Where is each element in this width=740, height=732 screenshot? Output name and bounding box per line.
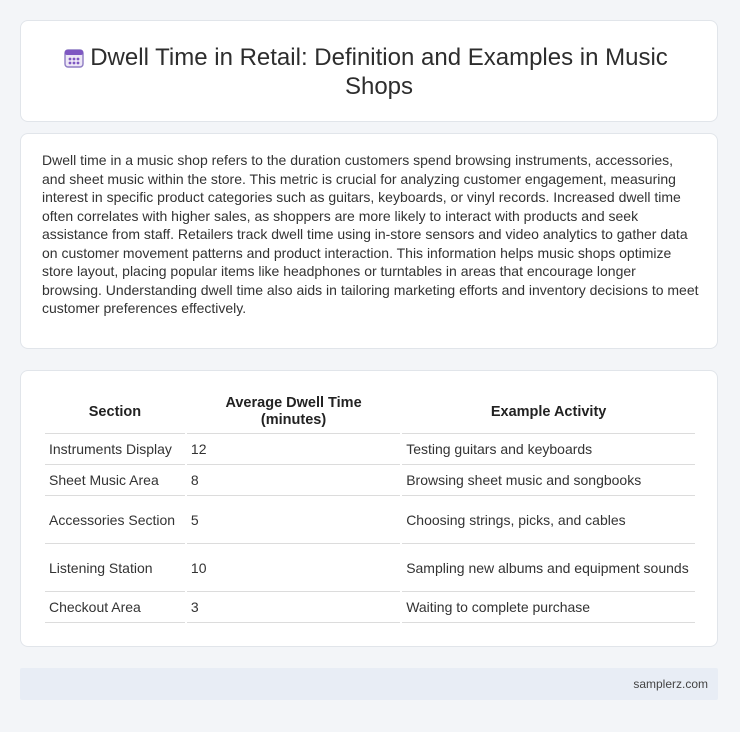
footer-site-link[interactable]: samplerz.com <box>633 677 708 691</box>
cell-activity: Waiting to complete purchase <box>402 592 695 623</box>
page-title: Dwell Time in Retail: Definition and Exa… <box>90 44 668 100</box>
cell-section: Listening Station <box>45 544 185 592</box>
cell-section: Instruments Display <box>45 434 185 465</box>
title-card: Dwell Time in Retail: Definition and Exa… <box>20 20 718 122</box>
cell-activity: Sampling new albums and equipment sounds <box>402 544 695 592</box>
footer-bar: samplerz.com <box>20 668 718 700</box>
cell-activity: Choosing strings, picks, and cables <box>402 496 695 544</box>
table-row: Accessories Section 5 Choosing strings, … <box>45 496 695 544</box>
column-header-dwell-time: Average Dwell Time (minutes) <box>186 389 401 434</box>
cell-activity: Browsing sheet music and songbooks <box>402 465 695 496</box>
table-row: Instruments Display 12 Testing guitars a… <box>45 434 695 465</box>
table-row: Listening Station 10 Sampling new albums… <box>45 544 695 592</box>
cell-section: Checkout Area <box>45 592 185 623</box>
cell-dwell-time: 3 <box>186 592 401 623</box>
dwell-time-table: Section Average Dwell Time (minutes) Exa… <box>43 389 697 623</box>
column-header-section: Section <box>45 389 185 434</box>
cell-activity: Testing guitars and keyboards <box>402 434 695 465</box>
table-row: Sheet Music Area 8 Browsing sheet music … <box>45 465 695 496</box>
cell-section: Accessories Section <box>45 496 185 544</box>
cell-dwell-time: 5 <box>186 496 401 544</box>
cell-dwell-time: 12 <box>186 434 401 465</box>
intro-card: Dwell time in a music shop refers to the… <box>20 133 718 349</box>
table-header-row: Section Average Dwell Time (minutes) Exa… <box>45 389 695 434</box>
table-card: Section Average Dwell Time (minutes) Exa… <box>20 370 718 647</box>
cell-dwell-time: 10 <box>186 544 401 592</box>
cell-section: Sheet Music Area <box>45 465 185 496</box>
column-header-activity: Example Activity <box>402 389 695 434</box>
cell-dwell-time: 8 <box>186 465 401 496</box>
table-row: Checkout Area 3 Waiting to complete purc… <box>45 592 695 623</box>
intro-paragraph: Dwell time in a music shop refers to the… <box>42 152 699 316</box>
